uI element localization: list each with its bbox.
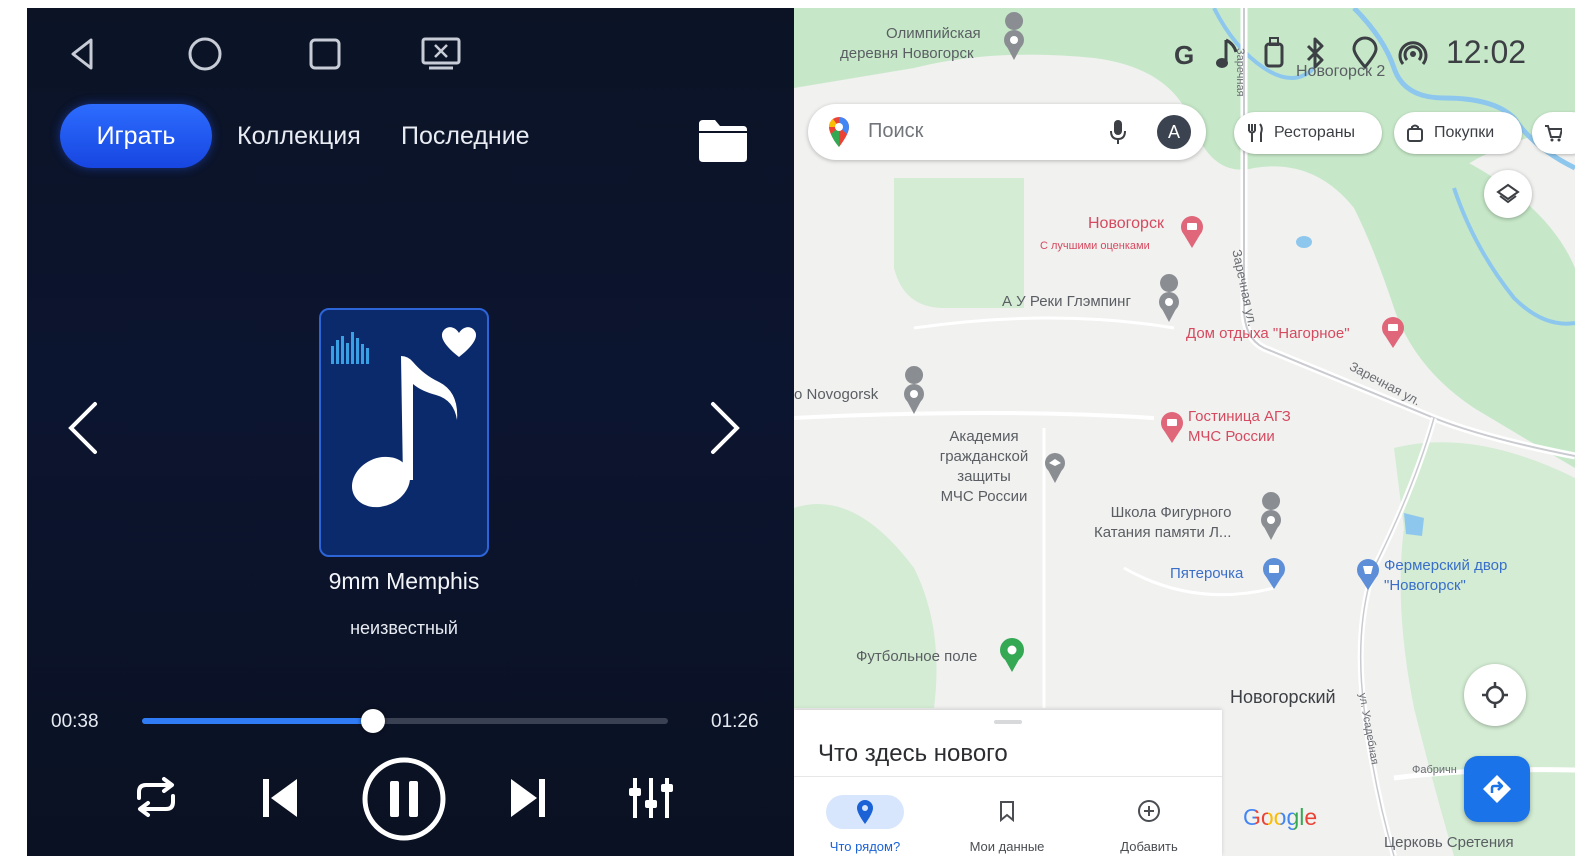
poi-label: МЧС России bbox=[1188, 428, 1275, 445]
equalizer-settings-icon[interactable] bbox=[627, 776, 675, 820]
search-bar[interactable]: Поиск A bbox=[808, 104, 1206, 160]
track-title: 9mm Memphis bbox=[328, 568, 480, 594]
track-artist: неизвестный bbox=[350, 618, 458, 638]
recents-square-icon[interactable] bbox=[305, 34, 345, 74]
bottom-sheet[interactable]: Что здесь нового Что рядом? Мои данные Д… bbox=[794, 710, 1222, 856]
home-circle-icon[interactable] bbox=[185, 34, 225, 74]
repeat-icon[interactable] bbox=[131, 774, 181, 820]
tab-collection[interactable]: Коллекция bbox=[237, 104, 361, 168]
chevron-left-icon[interactable] bbox=[65, 400, 101, 456]
maps-pin-icon bbox=[829, 117, 849, 147]
progress-slider[interactable] bbox=[142, 709, 668, 733]
google-logo-text: Google bbox=[1243, 804, 1318, 830]
nav-add[interactable]: Добавить bbox=[1078, 777, 1220, 856]
poi-novogorsky[interactable]: Новогорский bbox=[1230, 687, 1336, 707]
location-pin-icon bbox=[857, 800, 873, 824]
poi-label: Гостиница АГЗ bbox=[1188, 408, 1291, 425]
add-circle-icon bbox=[1138, 800, 1160, 822]
poi-label: МЧС России bbox=[940, 488, 1028, 505]
music-note-icon bbox=[351, 356, 458, 508]
status-clock: 12:02 bbox=[1446, 34, 1527, 70]
pause-icon[interactable] bbox=[361, 756, 447, 842]
progress-fill bbox=[142, 718, 374, 724]
poi-pyaterochka[interactable]: Пятерочка bbox=[1170, 564, 1243, 584]
chevron-right-icon[interactable] bbox=[707, 400, 743, 456]
avatar[interactable]: A bbox=[1157, 115, 1191, 149]
street-label: Заречная bbox=[1234, 48, 1246, 97]
chip-restaurants[interactable]: Рестораны bbox=[1234, 112, 1382, 154]
poi-novogorsk-hotel-sub: С лучшими оценками bbox=[1040, 240, 1150, 252]
drag-handle[interactable] bbox=[994, 720, 1022, 724]
google-logo: Google bbox=[1243, 804, 1317, 831]
bottom-nav: Что рядом? Мои данные Добавить bbox=[794, 776, 1222, 856]
chip-label: Рестораны bbox=[1274, 124, 1356, 141]
folder-icon[interactable] bbox=[697, 118, 749, 164]
poi-label: Школа Фигурного bbox=[1110, 504, 1232, 521]
back-triangle-icon[interactable] bbox=[65, 34, 105, 74]
screen-mirror-icon[interactable] bbox=[421, 34, 461, 74]
chip-shopping[interactable]: Покупки bbox=[1394, 112, 1522, 154]
chip-label: Покупки bbox=[1434, 124, 1495, 141]
usb-status-icon bbox=[1260, 36, 1290, 70]
poi-label: Катания памяти Л... bbox=[1094, 524, 1232, 541]
poi-academy[interactable]: Академия гражданской защиты МЧС России bbox=[928, 427, 1040, 507]
poi-label: гражданской bbox=[939, 448, 1029, 465]
hotspot-status-icon bbox=[1398, 36, 1428, 70]
directions-button[interactable] bbox=[1464, 756, 1530, 822]
search-input[interactable]: Поиск bbox=[868, 120, 923, 143]
chip-cart[interactable] bbox=[1532, 112, 1575, 154]
poi-label: Академия bbox=[949, 428, 1019, 445]
poi-glamping[interactable]: А У Реки Глэмпинг bbox=[1002, 292, 1131, 312]
poi-novogorsk-2[interactable]: Новогорск 2 bbox=[1296, 62, 1385, 82]
poi-label: "Новогорск" bbox=[1384, 577, 1466, 594]
poi-label: деревня Новогорск bbox=[840, 45, 974, 62]
microphone-icon[interactable] bbox=[1110, 120, 1126, 144]
time-elapsed: 00:38 bbox=[51, 711, 99, 732]
directions-icon bbox=[1483, 775, 1511, 803]
tab-play[interactable]: Играть bbox=[60, 104, 212, 168]
album-art bbox=[319, 308, 489, 557]
fork-knife-icon bbox=[1248, 123, 1263, 142]
nav-label: Добавить bbox=[1120, 839, 1178, 854]
skip-next-icon[interactable] bbox=[508, 775, 548, 821]
layers-icon bbox=[1496, 183, 1520, 204]
time-total: 01:26 bbox=[711, 711, 759, 732]
poi-nagornoe[interactable]: Дом отдыха "Нагорное" bbox=[1186, 324, 1350, 344]
poi-skating-school[interactable]: Школа Фигурного Катания памяти Л... bbox=[1094, 503, 1231, 543]
shopping-bag-icon bbox=[1407, 124, 1423, 142]
poi-novogorsk-hotel[interactable]: Новогорск bbox=[1088, 214, 1164, 234]
map-panel[interactable]: G 12:02 Олимпийская деревня Новогорск Нов… bbox=[794, 8, 1575, 856]
poi-label: Олимпийская bbox=[886, 25, 981, 42]
heart-icon bbox=[441, 327, 477, 357]
nav-label: Мои данные bbox=[969, 839, 1045, 854]
street-label: Фабричн bbox=[1412, 764, 1457, 776]
crosshair-icon bbox=[1482, 682, 1508, 708]
progress-knob[interactable] bbox=[361, 709, 386, 733]
poi-olympic[interactable]: Олимпийская деревня Новогорск bbox=[840, 24, 981, 64]
equalizer-bars-icon bbox=[331, 332, 369, 364]
poi-football[interactable]: Футбольное поле bbox=[856, 647, 977, 667]
nav-label: Что рядом? bbox=[829, 839, 901, 854]
poi-church[interactable]: Церковь Сретения bbox=[1384, 833, 1514, 853]
poi-agz-hotel[interactable]: Гостиница АГЗ МЧС России bbox=[1188, 407, 1291, 447]
google-status-icon: G bbox=[1174, 40, 1195, 70]
my-location-button[interactable] bbox=[1464, 664, 1526, 726]
cart-icon bbox=[1545, 125, 1562, 142]
skip-previous-icon[interactable] bbox=[260, 775, 300, 821]
music-player-panel: Играть Коллекция Последние 9mm Memphis н… bbox=[27, 8, 794, 856]
poi-label: защиты bbox=[957, 468, 1011, 485]
poi-farm[interactable]: Фермерский двор "Новогорск" bbox=[1384, 556, 1507, 596]
tab-recent[interactable]: Последние bbox=[401, 104, 530, 168]
poi-novogorsk-en[interactable]: o Novogorsk bbox=[794, 385, 878, 405]
poi-label: Фермерский двор bbox=[1384, 557, 1508, 574]
nav-saved[interactable]: Мои данные bbox=[936, 777, 1078, 856]
nav-nearby[interactable]: Что рядом? bbox=[794, 777, 936, 856]
layers-button[interactable] bbox=[1484, 170, 1532, 218]
bookmark-icon bbox=[1000, 801, 1014, 822]
sheet-title: Что здесь нового bbox=[818, 740, 1008, 767]
